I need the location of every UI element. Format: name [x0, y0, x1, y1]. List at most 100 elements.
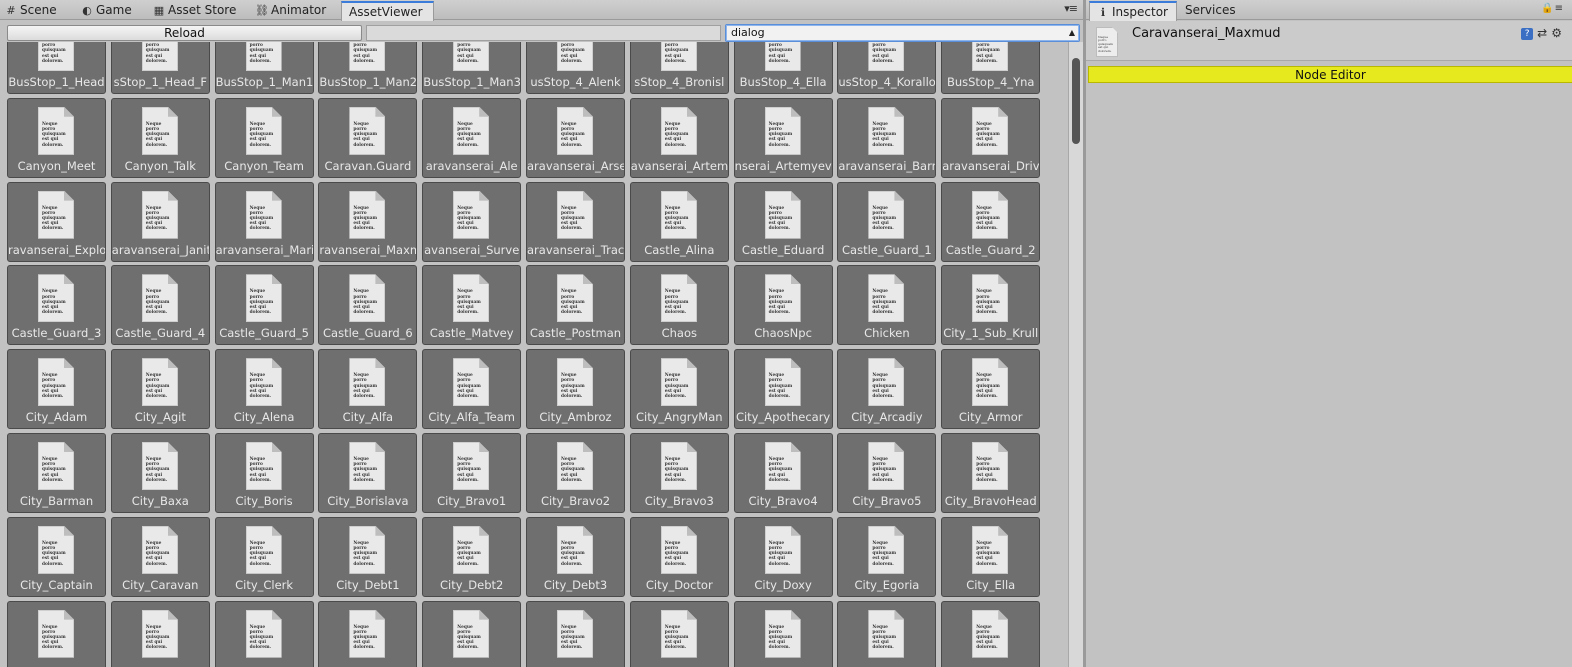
asset-tile[interactable]: Neque porro quisquam est qui dolorem.: [733, 600, 833, 667]
asset-tile[interactable]: Neque porro quisquam est qui dolorem. ara…: [110, 181, 210, 262]
asset-tile[interactable]: Neque porro quisquam est qui dolorem. Cha…: [733, 265, 833, 346]
lock-icon[interactable]: 🔒: [1541, 3, 1554, 14]
asset-tile[interactable]: Neque porro quisquam est qui dolorem. Cit…: [318, 349, 418, 430]
tab-services[interactable]: Services: [1185, 1, 1244, 20]
asset-tile[interactable]: Neque porro quisquam est qui dolorem. Can…: [7, 97, 106, 178]
asset-tile[interactable]: Neque porro quisquam est qui dolorem. ara…: [941, 97, 1041, 178]
asset-tile[interactable]: Neque porro quisquam est qui dolorem. Cit…: [422, 433, 522, 513]
asset-tile[interactable]: Neque porro quisquam est qui dolorem. usS…: [526, 42, 625, 94]
asset-tile[interactable]: Neque porro quisquam est qui dolorem. Cas…: [110, 265, 210, 346]
asset-tile[interactable]: Neque porro quisquam est qui dolorem.: [214, 600, 314, 667]
asset-tile[interactable]: Neque porro quisquam est qui dolorem. Bus…: [214, 42, 314, 94]
asset-tile[interactable]: Neque porro quisquam est qui dolorem.: [629, 600, 729, 667]
asset-tile[interactable]: Neque porro quisquam est qui dolorem.: [7, 600, 106, 667]
tab-asset-store[interactable]: ▦ Asset Store: [152, 1, 244, 20]
asset-tile[interactable]: Neque porro quisquam est qui dolorem. Cit…: [526, 433, 625, 513]
asset-tile[interactable]: Neque porro quisquam est qui dolorem. Cit…: [837, 516, 937, 597]
asset-tile[interactable]: Neque porro quisquam est qui dolorem. ara…: [214, 181, 314, 262]
asset-tile[interactable]: Neque porro quisquam est qui dolorem. ara…: [526, 181, 625, 262]
asset-tile[interactable]: Neque porro quisquam est qui dolorem. Cit…: [422, 349, 522, 430]
asset-tile[interactable]: Neque porro quisquam est qui dolorem. ava…: [422, 181, 522, 262]
tab-menu-icon[interactable]: ▾≡: [1064, 2, 1078, 15]
asset-tile[interactable]: Neque porro quisquam est qui dolorem.: [941, 600, 1041, 667]
help-icon[interactable]: ?: [1521, 27, 1534, 40]
asset-tile[interactable]: Neque porro quisquam est qui dolorem. Bus…: [7, 42, 106, 94]
asset-tile[interactable]: Neque porro quisquam est qui dolorem. Cit…: [214, 516, 314, 597]
asset-tile[interactable]: Neque porro quisquam est qui dolorem. Cit…: [526, 349, 625, 430]
asset-tile[interactable]: Neque porro quisquam est qui dolorem. Cit…: [318, 516, 418, 597]
asset-tile[interactable]: Neque porro quisquam est qui dolorem. Can…: [110, 97, 210, 178]
asset-tile[interactable]: Neque porro quisquam est qui dolorem.: [318, 600, 418, 667]
tab-inspector[interactable]: ℹ Inspector: [1089, 1, 1177, 21]
asset-tile[interactable]: Neque porro quisquam est qui dolorem. ava…: [629, 97, 729, 178]
asset-tile[interactable]: Neque porro quisquam est qui dolorem. Cit…: [941, 349, 1041, 430]
asset-tile[interactable]: Neque porro quisquam est qui dolorem. Cas…: [526, 265, 625, 346]
asset-tile[interactable]: Neque porro quisquam est qui dolorem. Cas…: [629, 181, 729, 262]
asset-tile[interactable]: Neque porro quisquam est qui dolorem.: [110, 600, 210, 667]
asset-tile[interactable]: Neque porro quisquam est qui dolorem. Car…: [318, 97, 418, 178]
scrollbar-thumb[interactable]: [1072, 58, 1080, 144]
asset-tile[interactable]: Neque porro quisquam est qui dolorem. Cit…: [837, 433, 937, 513]
asset-tile[interactable]: Neque porro quisquam est qui dolorem. ara…: [526, 97, 625, 178]
asset-tile[interactable]: Neque porro quisquam est qui dolorem. Cit…: [629, 349, 729, 430]
asset-tile[interactable]: Neque porro quisquam est qui dolorem. Cit…: [318, 433, 418, 513]
asset-tile[interactable]: Neque porro quisquam est qui dolorem. Cas…: [318, 265, 418, 346]
asset-tile[interactable]: Neque porro quisquam est qui dolorem. Cas…: [422, 265, 522, 346]
asset-tile[interactable]: Neque porro quisquam est qui dolorem. Cit…: [733, 516, 833, 597]
asset-tile[interactable]: Neque porro quisquam est qui dolorem. Cit…: [422, 516, 522, 597]
asset-type-dropdown[interactable]: dialog ▲▼: [725, 24, 1080, 53]
node-editor-button[interactable]: Node Editor: [1088, 66, 1572, 83]
asset-tile[interactable]: Neque porro quisquam est qui dolorem. Cit…: [733, 433, 833, 513]
asset-tile[interactable]: Neque porro quisquam est qui dolorem. Cit…: [941, 265, 1041, 346]
asset-tile[interactable]: Neque porro quisquam est qui dolorem. nse…: [733, 97, 833, 178]
reload-button[interactable]: Reload: [7, 25, 362, 41]
gear-icon[interactable]: ⚙: [1551, 26, 1562, 40]
asset-tile[interactable]: Neque porro quisquam est qui dolorem. Cit…: [941, 516, 1041, 597]
asset-tile[interactable]: Neque porro quisquam est qui dolorem. sSt…: [110, 42, 210, 94]
asset-tile[interactable]: Neque porro quisquam est qui dolorem.: [526, 600, 625, 667]
search-input[interactable]: [366, 25, 721, 41]
tab-game[interactable]: ◐ Game: [80, 1, 140, 20]
asset-tile[interactable]: Neque porro quisquam est qui dolorem. Bus…: [422, 42, 522, 94]
asset-tile[interactable]: Neque porro quisquam est qui dolorem. Cas…: [837, 181, 937, 262]
tab-scene[interactable]: # Scene: [4, 1, 65, 20]
asset-tile[interactable]: Neque porro quisquam est qui dolorem. Chi…: [837, 265, 937, 346]
asset-tile[interactable]: Neque porro quisquam est qui dolorem. Cit…: [941, 433, 1041, 513]
asset-tile[interactable]: Neque porro quisquam est qui dolorem. Cit…: [110, 516, 210, 597]
asset-tile[interactable]: Neque porro quisquam est qui dolorem. Cit…: [733, 349, 833, 430]
asset-tile[interactable]: Neque porro quisquam est qui dolorem. Bus…: [941, 42, 1041, 94]
text-document-icon: Neque porro quisquam est qui dolorem.: [660, 358, 697, 407]
asset-tile[interactable]: Neque porro quisquam est qui dolorem. Cit…: [629, 516, 729, 597]
asset-tile[interactable]: Neque porro quisquam est qui dolorem. Cit…: [526, 516, 625, 597]
asset-tile[interactable]: Neque porro quisquam est qui dolorem.: [837, 600, 937, 667]
asset-tile[interactable]: Neque porro quisquam est qui dolorem. Cit…: [110, 349, 210, 430]
asset-tile[interactable]: Neque porro quisquam est qui dolorem. Cas…: [214, 265, 314, 346]
asset-tile[interactable]: Neque porro quisquam est qui dolorem. Cas…: [7, 265, 106, 346]
asset-tile[interactable]: Neque porro quisquam est qui dolorem. Cit…: [214, 433, 314, 513]
asset-tile[interactable]: Neque porro quisquam est qui dolorem. Cha…: [629, 265, 729, 346]
asset-tile[interactable]: Neque porro quisquam est qui dolorem. Cit…: [7, 433, 106, 513]
asset-tile[interactable]: Neque porro quisquam est qui dolorem. Cit…: [110, 433, 210, 513]
asset-tile[interactable]: Neque porro quisquam est qui dolorem. Can…: [214, 97, 314, 178]
preset-icon[interactable]: ⇄: [1537, 26, 1547, 40]
asset-tile[interactable]: Neque porro quisquam est qui dolorem. rav…: [318, 181, 418, 262]
asset-tile[interactable]: Neque porro quisquam est qui dolorem. Cit…: [7, 349, 106, 430]
asset-tile[interactable]: Neque porro quisquam est qui dolorem. Cas…: [733, 181, 833, 262]
asset-tile[interactable]: Neque porro quisquam est qui dolorem. Bus…: [733, 42, 833, 94]
vertical-scrollbar[interactable]: [1068, 42, 1083, 667]
asset-tile[interactable]: Neque porro quisquam est qui dolorem.: [422, 600, 522, 667]
asset-tile[interactable]: Neque porro quisquam est qui dolorem. Cit…: [629, 433, 729, 513]
tab-animator[interactable]: ⛓ Animator: [255, 1, 334, 20]
tab-asset-viewer[interactable]: AssetViewer: [341, 1, 434, 21]
asset-tile[interactable]: Neque porro quisquam est qui dolorem. ara…: [837, 97, 937, 178]
asset-tile[interactable]: Neque porro quisquam est qui dolorem. Cit…: [7, 516, 106, 597]
asset-tile[interactable]: Neque porro quisquam est qui dolorem. ara…: [422, 97, 522, 178]
asset-tile[interactable]: Neque porro quisquam est qui dolorem. rav…: [7, 181, 106, 262]
asset-tile[interactable]: Neque porro quisquam est qui dolorem. Cit…: [214, 349, 314, 430]
asset-tile[interactable]: Neque porro quisquam est qui dolorem. Cas…: [941, 181, 1041, 262]
asset-tile[interactable]: Neque porro quisquam est qui dolorem. sSt…: [629, 42, 729, 94]
asset-tile[interactable]: Neque porro quisquam est qui dolorem. Bus…: [318, 42, 418, 94]
asset-tile[interactable]: Neque porro quisquam est qui dolorem. usS…: [837, 42, 937, 94]
menu-icon[interactable]: ≡: [1555, 3, 1564, 14]
asset-tile[interactable]: Neque porro quisquam est qui dolorem. Cit…: [837, 349, 937, 430]
